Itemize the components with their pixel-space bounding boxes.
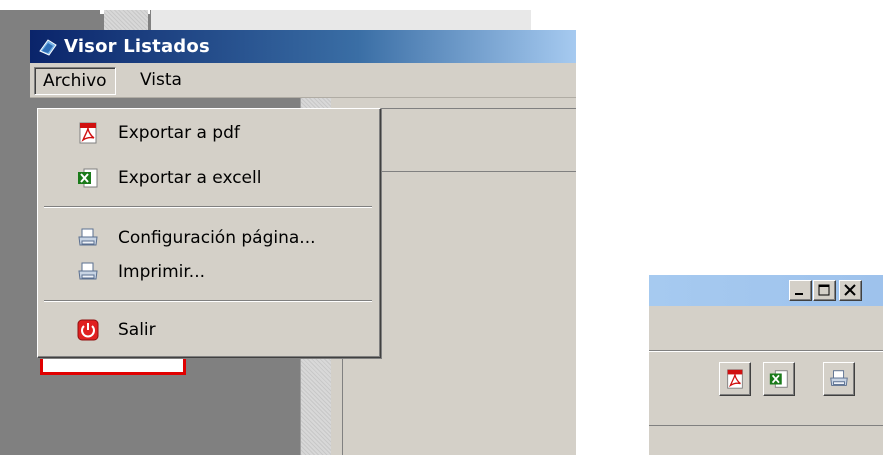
menu-item-salir[interactable]: Salir xyxy=(38,315,380,345)
toolbar-bottom-border xyxy=(649,425,883,426)
minimize-icon xyxy=(795,293,803,295)
printer-icon xyxy=(78,228,98,246)
archivo-dropdown-menu: Exportar a pdf Exportar a excell Configu… xyxy=(37,108,381,358)
menu-item-label: Exportar a pdf xyxy=(118,123,240,143)
menu-item-label: Imprimir... xyxy=(118,262,206,282)
toolbar-print-button[interactable] xyxy=(823,362,855,396)
menu-separator xyxy=(44,300,372,302)
close-button[interactable] xyxy=(839,280,862,301)
menu-bar: Archivo Vista xyxy=(30,63,576,98)
toolbar-pdf-button[interactable] xyxy=(719,362,751,396)
printer-icon xyxy=(78,262,98,280)
menu-archivo[interactable]: Archivo xyxy=(34,67,116,95)
menu-item-label: Exportar a excell xyxy=(118,168,262,188)
menu-item-exportar-pdf[interactable]: Exportar a pdf xyxy=(38,118,380,148)
window-titlebar-inactive xyxy=(649,275,883,306)
menu-item-configuracion-pagina[interactable]: Configuración página... xyxy=(38,223,380,253)
window-titlebar: Visor Listados xyxy=(30,30,576,63)
toolbar-excel-button[interactable] xyxy=(763,362,795,396)
excel-icon xyxy=(78,168,98,188)
menu-item-exportar-excel[interactable]: Exportar a excell xyxy=(38,163,380,193)
window-title: Visor Listados xyxy=(64,36,210,57)
right-screenshot-panel xyxy=(649,275,883,455)
pdf-icon xyxy=(727,369,743,389)
menu-item-label: Salir xyxy=(118,320,156,340)
app-icon xyxy=(39,39,57,56)
menu-item-imprimir[interactable]: Imprimir... xyxy=(38,257,380,287)
printer-icon xyxy=(830,370,848,386)
close-icon xyxy=(844,284,856,296)
power-icon xyxy=(77,319,99,341)
maximize-button[interactable] xyxy=(813,280,836,301)
menu-item-label: Configuración página... xyxy=(118,228,316,248)
minimize-button[interactable] xyxy=(789,280,812,301)
menu-vista[interactable]: Vista xyxy=(132,67,190,93)
background-splitter-top xyxy=(104,10,148,30)
pdf-icon xyxy=(79,122,97,144)
maximize-icon xyxy=(818,284,830,296)
excel-icon xyxy=(769,370,788,388)
background-window-top xyxy=(150,10,531,30)
toolbar-top-highlight xyxy=(649,351,883,352)
menu-separator xyxy=(44,206,372,208)
left-screenshot-panel: Visor Listados Archivo Vista Exportar a … xyxy=(0,0,576,455)
